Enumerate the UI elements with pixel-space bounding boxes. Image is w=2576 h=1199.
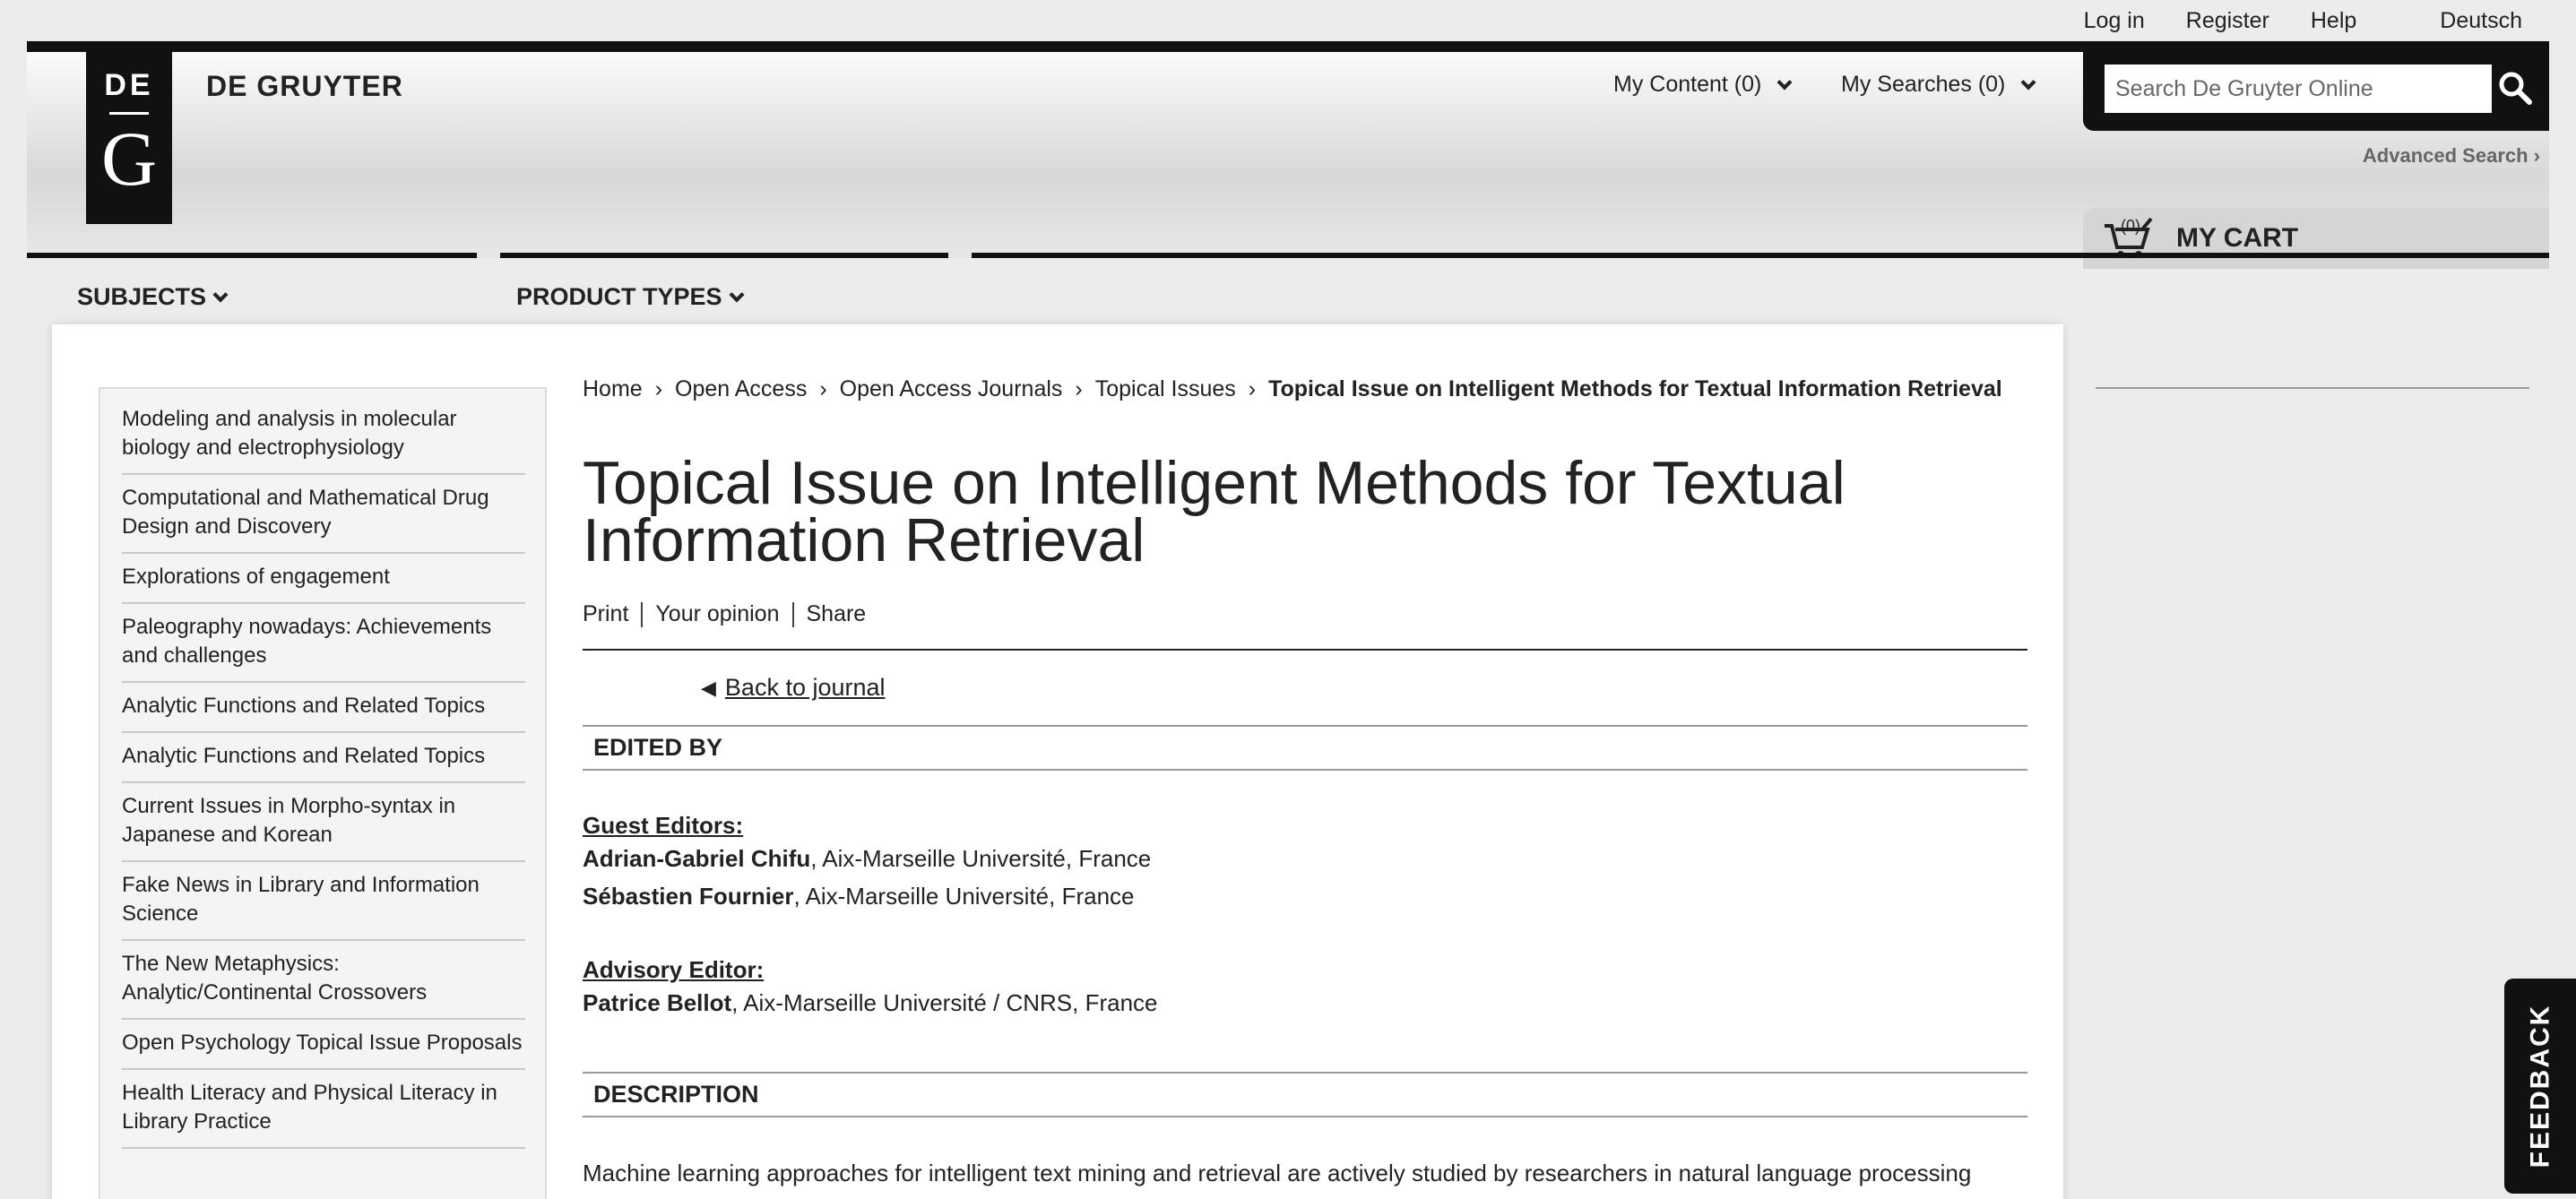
page-title: Topical Issue on Intelligent Methods for… — [583, 449, 1846, 574]
feedback-tab[interactable]: FEEDBACK — [2504, 979, 2576, 1194]
chevron-down-icon — [212, 287, 229, 302]
description-text: Machine learning approaches for intellig… — [583, 1160, 1972, 1186]
utility-bar: Log in Register Help Deutsch — [2063, 0, 2576, 41]
breadcrumb-topical-issues[interactable]: Topical Issues — [1095, 376, 1236, 402]
guest-editors-label: Guest Editors: — [583, 812, 744, 839]
right-column-divider — [2096, 387, 2529, 389]
article-actions: Print Your opinion Share — [583, 601, 2027, 627]
advisory-editor-label: Advisory Editor: — [583, 956, 765, 983]
breadcrumb-home[interactable]: Home — [583, 376, 643, 402]
sidebar-item[interactable]: The New Metaphysics: Analytic/Continenta… — [122, 941, 525, 1020]
description-heading: DESCRIPTION — [583, 1072, 2027, 1117]
search-icon[interactable] — [2497, 70, 2533, 106]
back-to-journal[interactable]: ◀ Back to journal — [701, 674, 2027, 702]
chevron-down-icon — [729, 287, 745, 302]
chevron-down-icon — [2020, 74, 2036, 90]
guest-editor: Adrian-Gabriel Chifu, Aix-Marseille Univ… — [583, 845, 1152, 872]
search-input[interactable] — [2105, 65, 2492, 113]
brand-name: DE GRUYTER — [206, 70, 403, 102]
sidebar-item[interactable]: Analytic Functions and Related Topics — [122, 683, 525, 733]
sidebar-item[interactable]: Open Psychology Topical Issue Proposals — [122, 1020, 525, 1070]
edited-by-heading: EDITED BY — [583, 725, 2027, 771]
help-link[interactable]: Help — [2311, 8, 2356, 34]
breadcrumb-open-access-journals[interactable]: Open Access Journals — [840, 376, 1063, 402]
topical-issues-sidebar: Modeling and analysis in molecular biolo… — [99, 387, 547, 1199]
breadcrumb-current: Topical Issue on Intelligent Methods for… — [1268, 376, 2002, 401]
breadcrumb: Home › Open Access › Open Access Journal… — [583, 376, 2002, 402]
product-types-menu[interactable]: PRODUCT TYPES — [516, 283, 745, 311]
site-header: DE G DE GRUYTER My Content (0) My Search… — [27, 41, 2549, 269]
guest-editor: Sébastien Fournier, Aix-Marseille Univer… — [583, 883, 1135, 910]
advisory-editor: Patrice Bellot, Aix-Marseille Université… — [583, 989, 1158, 1016]
advanced-search-link[interactable]: Advanced Search › — [2363, 144, 2540, 168]
share-link[interactable]: Share — [807, 601, 867, 627]
sidebar-item[interactable]: Fake News in Library and Information Sci… — [122, 862, 525, 941]
my-content-menu[interactable]: My Content (0) — [1613, 72, 1793, 98]
sidebar-item[interactable]: Paleography nowadays: Achievements and c… — [122, 604, 525, 683]
sidebar-item[interactable]: Modeling and analysis in molecular biolo… — [122, 396, 525, 475]
sidebar-item[interactable]: Explorations of engagement — [122, 554, 525, 604]
language-link[interactable]: Deutsch — [2440, 8, 2522, 34]
cart-count: (0) — [2121, 217, 2140, 235]
login-link[interactable]: Log in — [2084, 8, 2145, 34]
sidebar-item[interactable]: Analytic Functions and Related Topics — [122, 733, 525, 783]
main-nav: SUBJECTS PRODUCT TYPES — [27, 253, 2549, 328]
your-opinion-link[interactable]: Your opinion — [655, 601, 779, 627]
chevron-down-icon — [1776, 74, 1793, 90]
article: Home › Open Access › Open Access Journal… — [583, 376, 2027, 1189]
print-link[interactable]: Print — [583, 601, 628, 627]
cart-label: MY CART — [2176, 223, 2299, 253]
my-searches-menu[interactable]: My Searches (0) — [1841, 72, 2036, 98]
breadcrumb-open-access[interactable]: Open Access — [675, 376, 807, 402]
register-link[interactable]: Register — [2186, 8, 2269, 34]
sidebar-item[interactable]: Computational and Mathematical Drug Desi… — [122, 475, 525, 554]
triangle-left-icon: ◀ — [701, 676, 716, 699]
back-to-journal-link[interactable]: Back to journal — [725, 674, 886, 702]
subjects-menu[interactable]: SUBJECTS — [77, 283, 229, 311]
sidebar-item[interactable]: Current Issues in Morpho-syntax in Japan… — [122, 783, 525, 862]
de-gruyter-logo[interactable]: DE G — [86, 52, 172, 224]
sidebar-item[interactable]: Health Literacy and Physical Literacy in… — [122, 1070, 525, 1149]
search-box — [2083, 52, 2549, 131]
